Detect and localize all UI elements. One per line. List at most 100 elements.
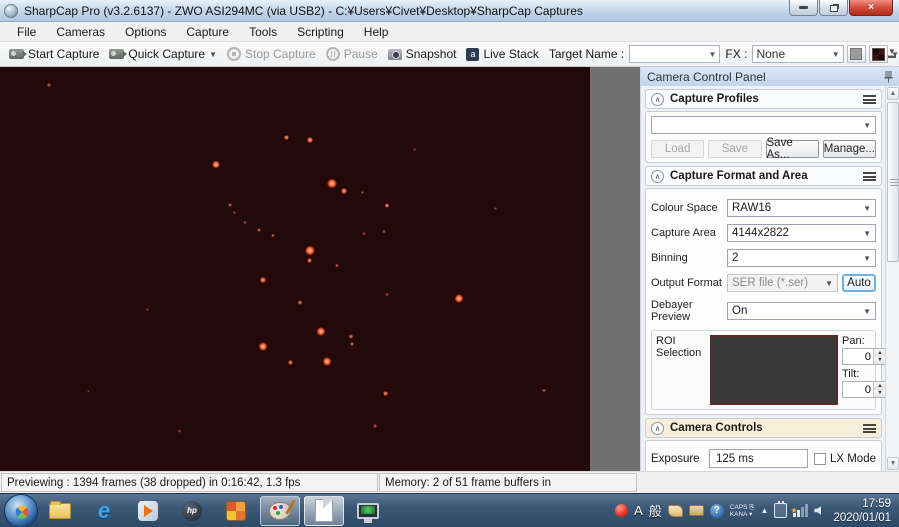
camera-controls-header[interactable]: ∧ Camera Controls [645, 418, 882, 438]
menu-options[interactable]: Options [116, 23, 175, 41]
status-bar: Previewing : 1394 frames (38 dropped) in… [0, 471, 899, 493]
tilt-input[interactable] [843, 382, 873, 397]
histogram-button[interactable] [846, 45, 866, 63]
caps-kana-indicator[interactable]: CAPS ⎘ KANA ▾ [730, 504, 755, 518]
taskbar-explorer-button[interactable] [40, 496, 80, 526]
section-menu-icon[interactable] [863, 423, 876, 433]
menu-scripting[interactable]: Scripting [288, 23, 353, 41]
close-button[interactable]: × [849, 0, 893, 16]
capture-profiles-header[interactable]: ∧ Capture Profiles [645, 89, 882, 109]
taskbar-hp-button[interactable]: hp [172, 496, 212, 526]
binning-label: Binning [651, 252, 688, 264]
stop-icon [227, 47, 241, 61]
show-hidden-icons-button[interactable]: ▲ [761, 506, 769, 515]
chevron-down-icon: ▼ [863, 203, 871, 213]
taskbar-sharpcap-button[interactable] [348, 496, 388, 526]
taskbar-ie-button[interactable]: e [84, 496, 124, 526]
auto-button[interactable]: Auto [842, 274, 876, 292]
restore-button[interactable] [819, 0, 848, 16]
target-name-combo[interactable]: ▼ [629, 45, 721, 63]
colour-space-combo[interactable]: RAW16 ▼ [727, 199, 876, 217]
scrollbar-thumb[interactable] [887, 102, 899, 262]
menu-help[interactable]: Help [355, 23, 398, 41]
pin-icon[interactable] [884, 70, 893, 83]
menu-file[interactable]: File [8, 23, 45, 41]
windows-taskbar: e hp A 般 ? CAPS ⎘KANA ▾ ▲ 17:59 2020/01/… [0, 493, 899, 527]
binning-combo[interactable]: 2 ▼ [727, 249, 876, 267]
exposure-input[interactable]: 125 ms [709, 449, 808, 468]
toolbar-overflow-button[interactable]: ▼ ▬ [886, 48, 898, 60]
menu-cameras[interactable]: Cameras [47, 23, 114, 41]
debayer-preview-combo[interactable]: On ▼ [727, 302, 876, 320]
internet-explorer-icon: e [97, 497, 111, 523]
scroll-down-icon[interactable]: ▼ [887, 457, 899, 470]
section-menu-icon[interactable] [863, 94, 876, 104]
taskbar-clock[interactable]: 17:59 2020/01/01 [827, 497, 891, 525]
fx-combo[interactable]: None ▼ [752, 45, 844, 63]
help-icon[interactable]: ? [709, 503, 724, 518]
volume-icon[interactable] [814, 506, 822, 515]
taskbar-paint-button[interactable] [260, 495, 300, 526]
memory-status: Memory: 2 of 51 frame buffers in [379, 473, 637, 492]
pan-label: Pan: [842, 335, 865, 347]
snapshot-button[interactable]: Snapshot [383, 45, 462, 63]
save-as-button[interactable]: Save As... [765, 137, 819, 161]
capture-profiles-body: ▼ Load Save Save As... Manage... [645, 111, 882, 163]
power-plug-icon[interactable] [774, 501, 788, 518]
tilt-spinner[interactable]: ▲ ▼ [842, 381, 885, 398]
start-capture-button[interactable]: Start Capture [4, 45, 104, 63]
star [327, 178, 337, 189]
pan-spinner[interactable]: ▲ ▼ [842, 348, 885, 365]
manage-button[interactable]: Manage... [822, 140, 876, 158]
quick-capture-button[interactable]: Quick Capture ▼ [104, 45, 222, 63]
lx-mode-checkbox[interactable]: LX Mode [813, 452, 876, 465]
camera-icon [109, 49, 128, 59]
star [316, 327, 326, 336]
star [307, 257, 313, 263]
save-button[interactable]: Save [708, 140, 762, 158]
roi-preview-box[interactable] [710, 335, 838, 405]
pause-button[interactable]: Pause [321, 45, 383, 63]
paint-icon [269, 501, 291, 520]
spinner-down-icon[interactable]: ▼ [873, 389, 885, 397]
star [304, 245, 315, 256]
collapse-icon[interactable]: ∧ [651, 92, 664, 106]
camera-control-panel: Camera Control Panel ∧ Capture Profiles … [640, 67, 899, 471]
taskbar-media-player-button[interactable] [128, 496, 168, 526]
star [47, 83, 51, 87]
panel-scrollbar[interactable]: ▲ ▼ [885, 86, 899, 471]
minimize-button[interactable] [789, 0, 818, 16]
ime-tools-icon[interactable] [667, 504, 683, 517]
taskbar-document-button[interactable] [304, 495, 344, 526]
start-button[interactable] [4, 493, 38, 527]
exposure-label: Exposure [651, 452, 700, 465]
section-menu-icon[interactable] [863, 171, 876, 181]
spinner-up-icon[interactable]: ▲ [873, 382, 885, 390]
chevron-down-icon: ▼ [863, 306, 871, 316]
network-signal-icon[interactable] [790, 504, 808, 517]
ime-mode-general[interactable]: 般 [649, 501, 662, 520]
scroll-up-icon[interactable]: ▲ [887, 87, 899, 100]
chevron-down-icon[interactable]: ▼ [209, 50, 217, 59]
tray-red-ball-icon[interactable] [615, 504, 629, 517]
live-stack-button[interactable]: a Live Stack [461, 45, 543, 63]
debayer-preview-label: Debayer Preview [651, 299, 693, 323]
collapse-icon[interactable]: ∧ [651, 169, 664, 183]
capture-area-label: Capture Area [651, 227, 716, 239]
spinner-up-icon[interactable]: ▲ [873, 349, 885, 357]
menu-capture[interactable]: Capture [177, 23, 238, 41]
taskbar-installer-button[interactable] [216, 496, 256, 526]
capture-format-header[interactable]: ∧ Capture Format and Area [645, 166, 882, 186]
load-button[interactable]: Load [651, 140, 705, 158]
stop-capture-button[interactable]: Stop Capture [222, 45, 321, 63]
menu-tools[interactable]: Tools [240, 23, 286, 41]
profile-combo[interactable]: ▼ [651, 116, 876, 134]
pan-input[interactable] [843, 349, 873, 364]
collapse-icon[interactable]: ∧ [651, 421, 664, 435]
camera-preview-image[interactable] [0, 67, 590, 471]
ime-toolbox-icon[interactable] [688, 505, 704, 516]
ime-mode-a[interactable]: A [634, 503, 643, 518]
capture-area-combo[interactable]: 4144x2822 ▼ [727, 224, 876, 242]
output-format-combo[interactable]: SER file (*.ser) ▼ [727, 274, 838, 292]
spinner-down-icon[interactable]: ▼ [873, 356, 885, 364]
